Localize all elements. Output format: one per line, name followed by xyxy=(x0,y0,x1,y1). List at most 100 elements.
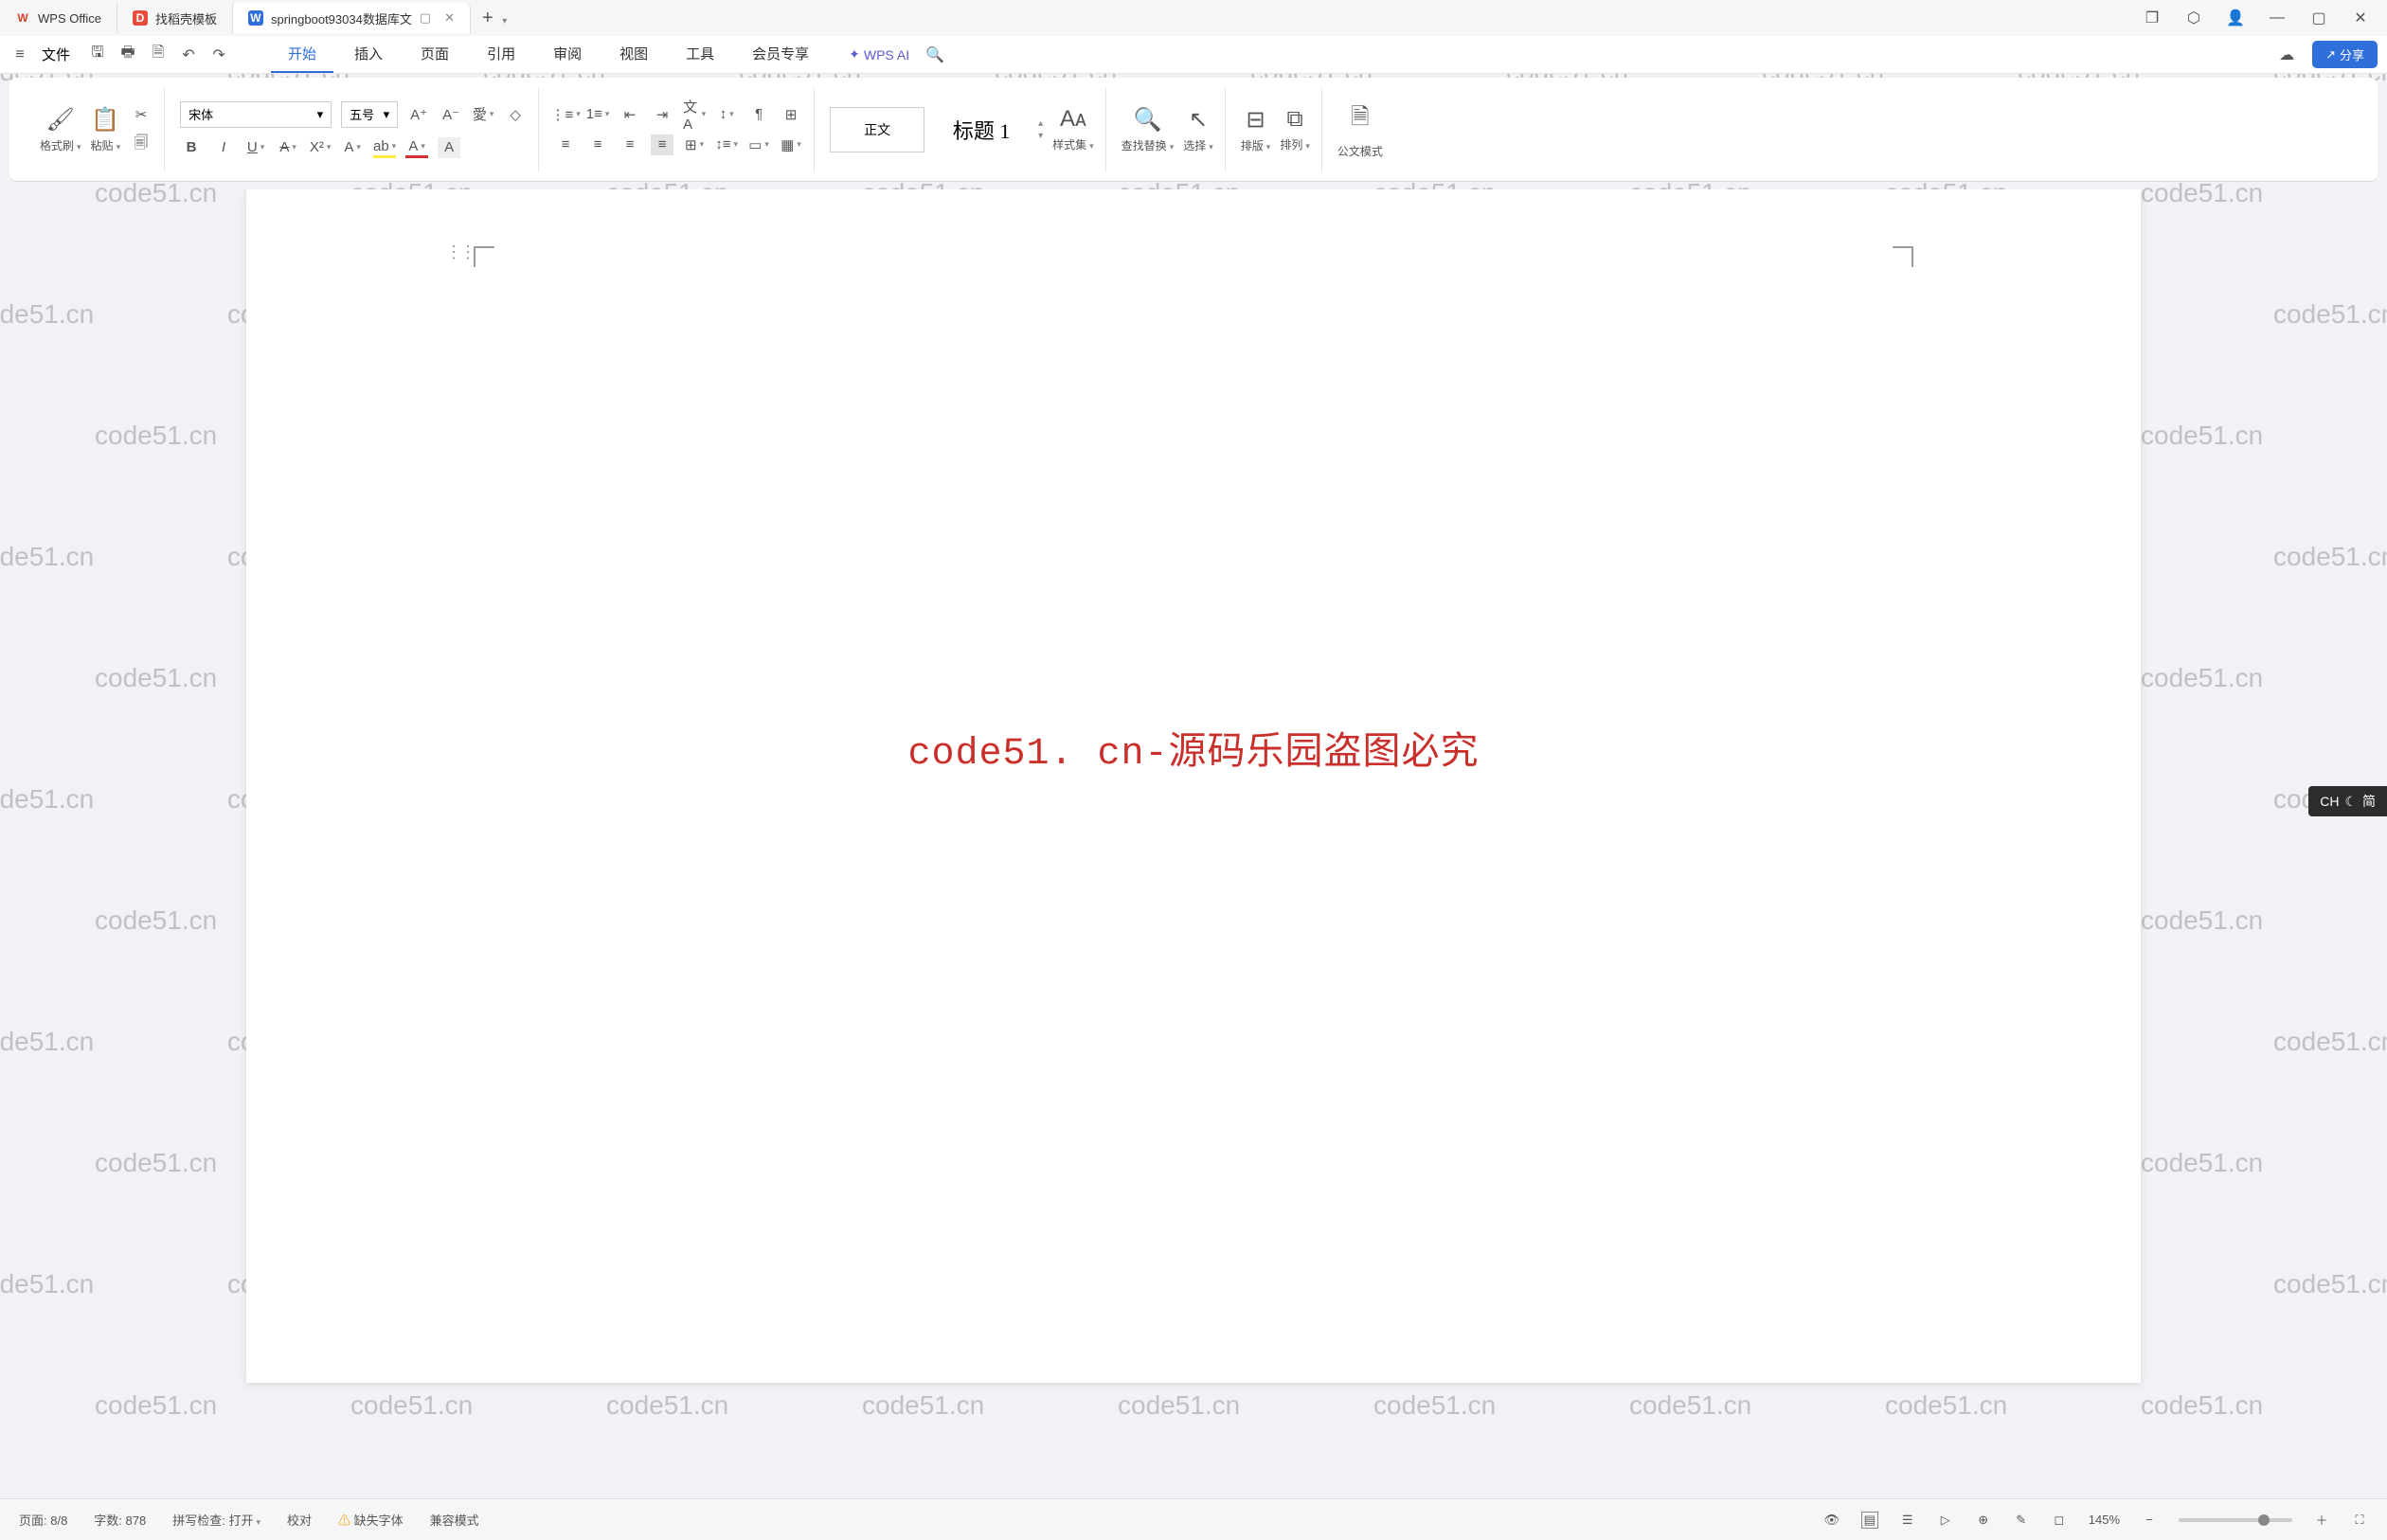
zoom-thumb[interactable] xyxy=(2258,1514,2270,1526)
layout-v-button[interactable]: ⊟ 排版 xyxy=(1241,106,1271,153)
menutab-3[interactable]: 引用 xyxy=(470,36,532,73)
align-right-icon[interactable]: ≡ xyxy=(619,134,641,155)
style-heading1-button[interactable]: 标题 1 xyxy=(934,107,1029,152)
undo-icon[interactable]: ↶ xyxy=(178,45,199,65)
zoom-in-icon[interactable]: ＋ xyxy=(2313,1512,2330,1529)
menutab-1[interactable]: 插入 xyxy=(337,36,400,73)
draw-icon[interactable]: ✎ xyxy=(2013,1512,2030,1529)
superscript-icon[interactable]: X² xyxy=(309,137,332,158)
document-viewport[interactable]: ⋮⋮ code51. cn-源码乐园盗图必究 xyxy=(0,189,2387,1498)
align-center-icon[interactable]: ≡ xyxy=(586,134,609,155)
wps-ai-button[interactable]: WPS AI xyxy=(849,46,909,63)
save-icon[interactable]: 🖫 xyxy=(87,45,108,65)
file-menu[interactable]: 文件 xyxy=(42,45,70,64)
tab-templates[interactable]: D 找稻壳模板 xyxy=(117,3,233,33)
page-indicator[interactable]: 页面: 8/8 xyxy=(19,1511,67,1529)
font-color-icon[interactable]: A xyxy=(405,137,428,158)
presentation-mode-icon[interactable]: ▢ xyxy=(420,10,431,26)
spellcheck-status[interactable]: 拼写检查: 打开 xyxy=(172,1511,260,1529)
arrange-button[interactable]: ⧉ 排列 xyxy=(1280,106,1310,152)
shading-icon[interactable]: ▭ xyxy=(747,134,770,155)
ime-indicator[interactable]: CH ☾ 简 xyxy=(2308,786,2387,816)
doc-mode-button[interactable]: 🗎 公文模式 xyxy=(1337,100,1383,159)
maximize-icon[interactable]: ▢ xyxy=(2309,9,2328,27)
missing-font-status[interactable]: ⚠ 缺失字体 xyxy=(338,1511,404,1529)
borders-icon[interactable]: ▦ xyxy=(780,134,802,155)
cloud-upload-icon[interactable]: ☁ xyxy=(2276,45,2297,65)
font-fill-icon[interactable]: A xyxy=(438,137,460,158)
style-scroll[interactable]: ▴▾ xyxy=(1038,118,1043,141)
hamburger-icon[interactable]: ≡ xyxy=(9,45,30,65)
new-tab-button[interactable]: + ▾ xyxy=(471,8,518,29)
font-name-select[interactable]: 宋体▾ xyxy=(180,101,332,128)
app-tab-wps[interactable]: W WPS Office xyxy=(0,3,117,33)
select-button[interactable]: ↖ 选择 xyxy=(1183,106,1213,153)
increase-indent-icon[interactable]: ⇥ xyxy=(651,104,673,125)
search-icon[interactable]: 🔍 xyxy=(924,45,945,65)
increase-font-icon[interactable]: A⁺ xyxy=(407,104,430,125)
text-effect-icon[interactable]: A xyxy=(341,137,364,158)
share-button[interactable]: ↗ 分享 xyxy=(2312,41,2378,68)
page-red-text: code51. cn-源码乐园盗图必究 xyxy=(907,720,1479,776)
text-direction-icon[interactable]: 文A xyxy=(683,104,706,125)
font-size-select[interactable]: 五号▾ xyxy=(341,101,398,128)
chevron-down-icon[interactable]: ▾ xyxy=(502,16,507,27)
strikethrough-icon[interactable]: A xyxy=(277,137,299,158)
find-replace-button[interactable]: 🔍 查找替换 xyxy=(1122,106,1175,153)
align-justify-icon[interactable]: ≡ xyxy=(651,134,673,155)
menutab-5[interactable]: 视图 xyxy=(602,36,665,73)
proof-status[interactable]: 校对 xyxy=(287,1511,312,1529)
bold-icon[interactable]: B xyxy=(180,137,203,158)
align-left-icon[interactable]: ≡ xyxy=(554,134,577,155)
distribute-icon[interactable]: ⊞ xyxy=(683,134,706,155)
play-icon[interactable]: ▷ xyxy=(1937,1512,1954,1529)
word-count[interactable]: 字数: 878 xyxy=(94,1511,146,1529)
compat-mode-status[interactable]: 兼容模式 xyxy=(430,1511,479,1529)
styleset-button[interactable]: Aᴀ 样式集 xyxy=(1052,106,1094,152)
minimize-icon[interactable]: — xyxy=(2268,9,2287,27)
arrange-icon: ⧉ xyxy=(1287,106,1303,133)
menutab-2[interactable]: 页面 xyxy=(404,36,466,73)
line-spacing-icon[interactable]: ↕≡ xyxy=(715,134,738,155)
window-multi-icon[interactable]: ❐ xyxy=(2143,9,2162,27)
drag-handle-icon[interactable]: ⋮⋮ xyxy=(445,242,474,262)
clear-format-icon[interactable]: ◇ xyxy=(504,104,527,125)
focus-icon[interactable]: ◻ xyxy=(2051,1512,2068,1529)
numbered-list-icon[interactable]: 1≡ xyxy=(586,104,609,125)
tab-document[interactable]: W springboot93034数据库文 ▢ ✕ xyxy=(233,3,471,33)
zoom-slider[interactable] xyxy=(2179,1518,2292,1522)
zoom-out-icon[interactable]: − xyxy=(2141,1512,2158,1529)
show-marks-icon[interactable]: ¶ xyxy=(747,104,770,125)
highlight-icon[interactable]: ab xyxy=(373,137,396,158)
paste-button[interactable]: 📋 粘贴 xyxy=(91,106,121,153)
format-painter-button[interactable]: 🖌 格式刷 xyxy=(40,106,81,153)
avatar-icon[interactable]: 👤 xyxy=(2226,9,2245,27)
tab-settings-icon[interactable]: ⊞ xyxy=(780,104,802,125)
cube-icon[interactable]: ⬡ xyxy=(2184,9,2203,27)
decrease-font-icon[interactable]: A⁻ xyxy=(440,104,462,125)
redo-icon[interactable]: ↷ xyxy=(208,45,229,65)
menutab-6[interactable]: 工具 xyxy=(669,36,731,73)
print-icon[interactable]: 🖶 xyxy=(117,45,138,65)
copy-icon[interactable]: 🗐 xyxy=(130,134,153,155)
cut-icon[interactable]: ✂ xyxy=(130,104,153,125)
outline-view-icon[interactable]: ☰ xyxy=(1899,1512,1916,1529)
underline-icon[interactable]: U xyxy=(244,137,267,158)
bullet-list-icon[interactable]: ⋮≡ xyxy=(554,104,577,125)
change-case-icon[interactable]: 愛 xyxy=(472,104,494,125)
style-body-button[interactable]: 正文 xyxy=(830,107,924,152)
page-view-icon[interactable]: ▤ xyxy=(1861,1512,1878,1529)
web-icon[interactable]: ⊕ xyxy=(1975,1512,1992,1529)
menutab-7[interactable]: 会员专享 xyxy=(735,36,826,73)
decrease-indent-icon[interactable]: ⇤ xyxy=(619,104,641,125)
eye-icon[interactable]: 👁 xyxy=(1823,1512,1840,1529)
menutab-4[interactable]: 审阅 xyxy=(536,36,599,73)
fullscreen-icon[interactable]: ⛶ xyxy=(2351,1512,2368,1529)
print-preview-icon[interactable]: 🗎 xyxy=(148,45,169,65)
italic-icon[interactable]: I xyxy=(212,137,235,158)
sort-icon[interactable]: ↕ xyxy=(715,104,738,125)
close-icon[interactable]: ✕ xyxy=(444,10,455,26)
zoom-value[interactable]: 145% xyxy=(2089,1513,2120,1527)
menutab-0[interactable]: 开始 xyxy=(271,36,333,73)
close-window-icon[interactable]: ✕ xyxy=(2351,9,2370,27)
